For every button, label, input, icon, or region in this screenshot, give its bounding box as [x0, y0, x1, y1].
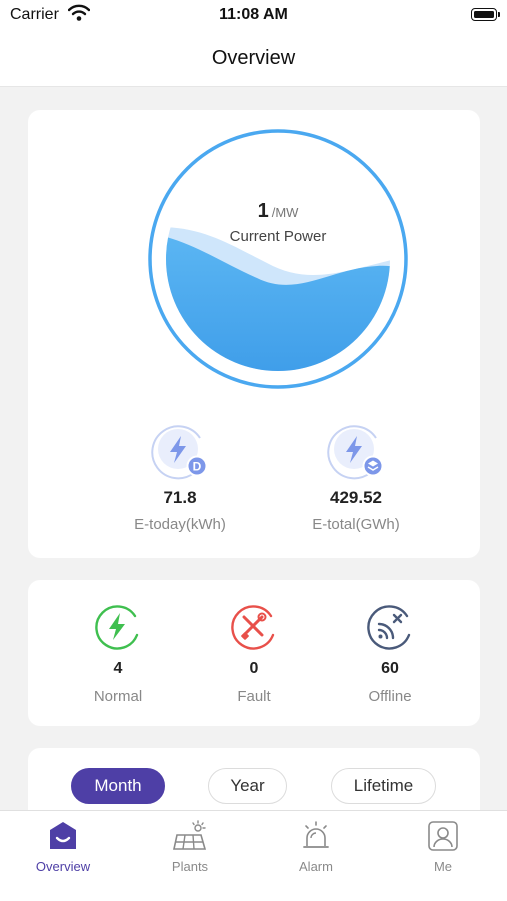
lifetime-button[interactable]: Lifetime — [331, 768, 436, 804]
day-badge: D — [193, 460, 202, 474]
status-bar: Carrier 11:08 AM — [0, 0, 507, 34]
gauge-ring — [148, 129, 408, 389]
battery-icon — [471, 8, 500, 21]
lightning-normal-icon — [95, 605, 139, 650]
offline-label: Offline — [368, 688, 412, 705]
normal-count: 4 — [113, 660, 123, 677]
profile-icon — [428, 821, 458, 851]
lightning-day-icon: D — [151, 425, 208, 480]
e-total-value: 429.52 — [330, 488, 382, 507]
status-fault[interactable]: 0 Fault — [194, 602, 314, 705]
fault-label: Fault — [237, 688, 271, 705]
current-power-gauge: 1/MW Current Power — [147, 128, 409, 390]
e-today: D 71.8 E-today(kWh) — [100, 422, 260, 533]
alarm-icon — [303, 821, 329, 848]
month-button[interactable]: Month — [71, 768, 165, 804]
status-offline[interactable]: 60 Offline — [330, 602, 450, 705]
power-number: 1 — [257, 200, 269, 222]
current-power-value: 1/MW — [147, 200, 409, 223]
offline-count: 60 — [381, 660, 399, 677]
tab-me[interactable]: Me — [380, 819, 506, 874]
solar-panel-icon — [173, 820, 207, 850]
signal-offline-icon — [367, 605, 411, 650]
tab-alarm[interactable]: Alarm — [253, 819, 379, 874]
tab-alarm-label: Alarm — [299, 859, 333, 874]
power-card: 1/MW Current Power D 71.8 E-today(kWh) 4… — [28, 110, 480, 558]
tab-plants[interactable]: Plants — [127, 819, 253, 874]
page-title: Overview — [211, 47, 296, 69]
tab-overview-label: Overview — [35, 859, 91, 874]
status-time: 11:08 AM — [219, 6, 288, 23]
nav-bar: Overview — [0, 34, 507, 87]
e-today-label: E-today(kWh) — [134, 516, 226, 533]
tab-plants-label: Plants — [171, 859, 209, 874]
year-button[interactable]: Year — [208, 768, 287, 804]
power-unit: /MW — [271, 205, 299, 220]
tab-bar: Overview Plants Alarm Me — [0, 810, 507, 901]
home-icon — [50, 822, 76, 849]
fault-count: 0 — [249, 660, 259, 677]
status-card: 4 Normal 0 Fault 60 Offline — [28, 580, 480, 726]
normal-label: Normal — [93, 688, 143, 705]
e-total: 429.52 E-total(GWh) — [276, 422, 436, 533]
tab-me-label: Me — [433, 859, 453, 874]
lightning-total-icon — [327, 425, 384, 480]
tools-fault-icon — [231, 605, 275, 650]
tab-overview[interactable]: Overview — [0, 819, 126, 874]
current-power-label: Current Power — [229, 228, 327, 245]
e-total-label: E-total(GWh) — [312, 516, 400, 533]
e-today-value: 71.8 — [163, 488, 197, 507]
status-normal[interactable]: 4 Normal — [58, 602, 178, 705]
